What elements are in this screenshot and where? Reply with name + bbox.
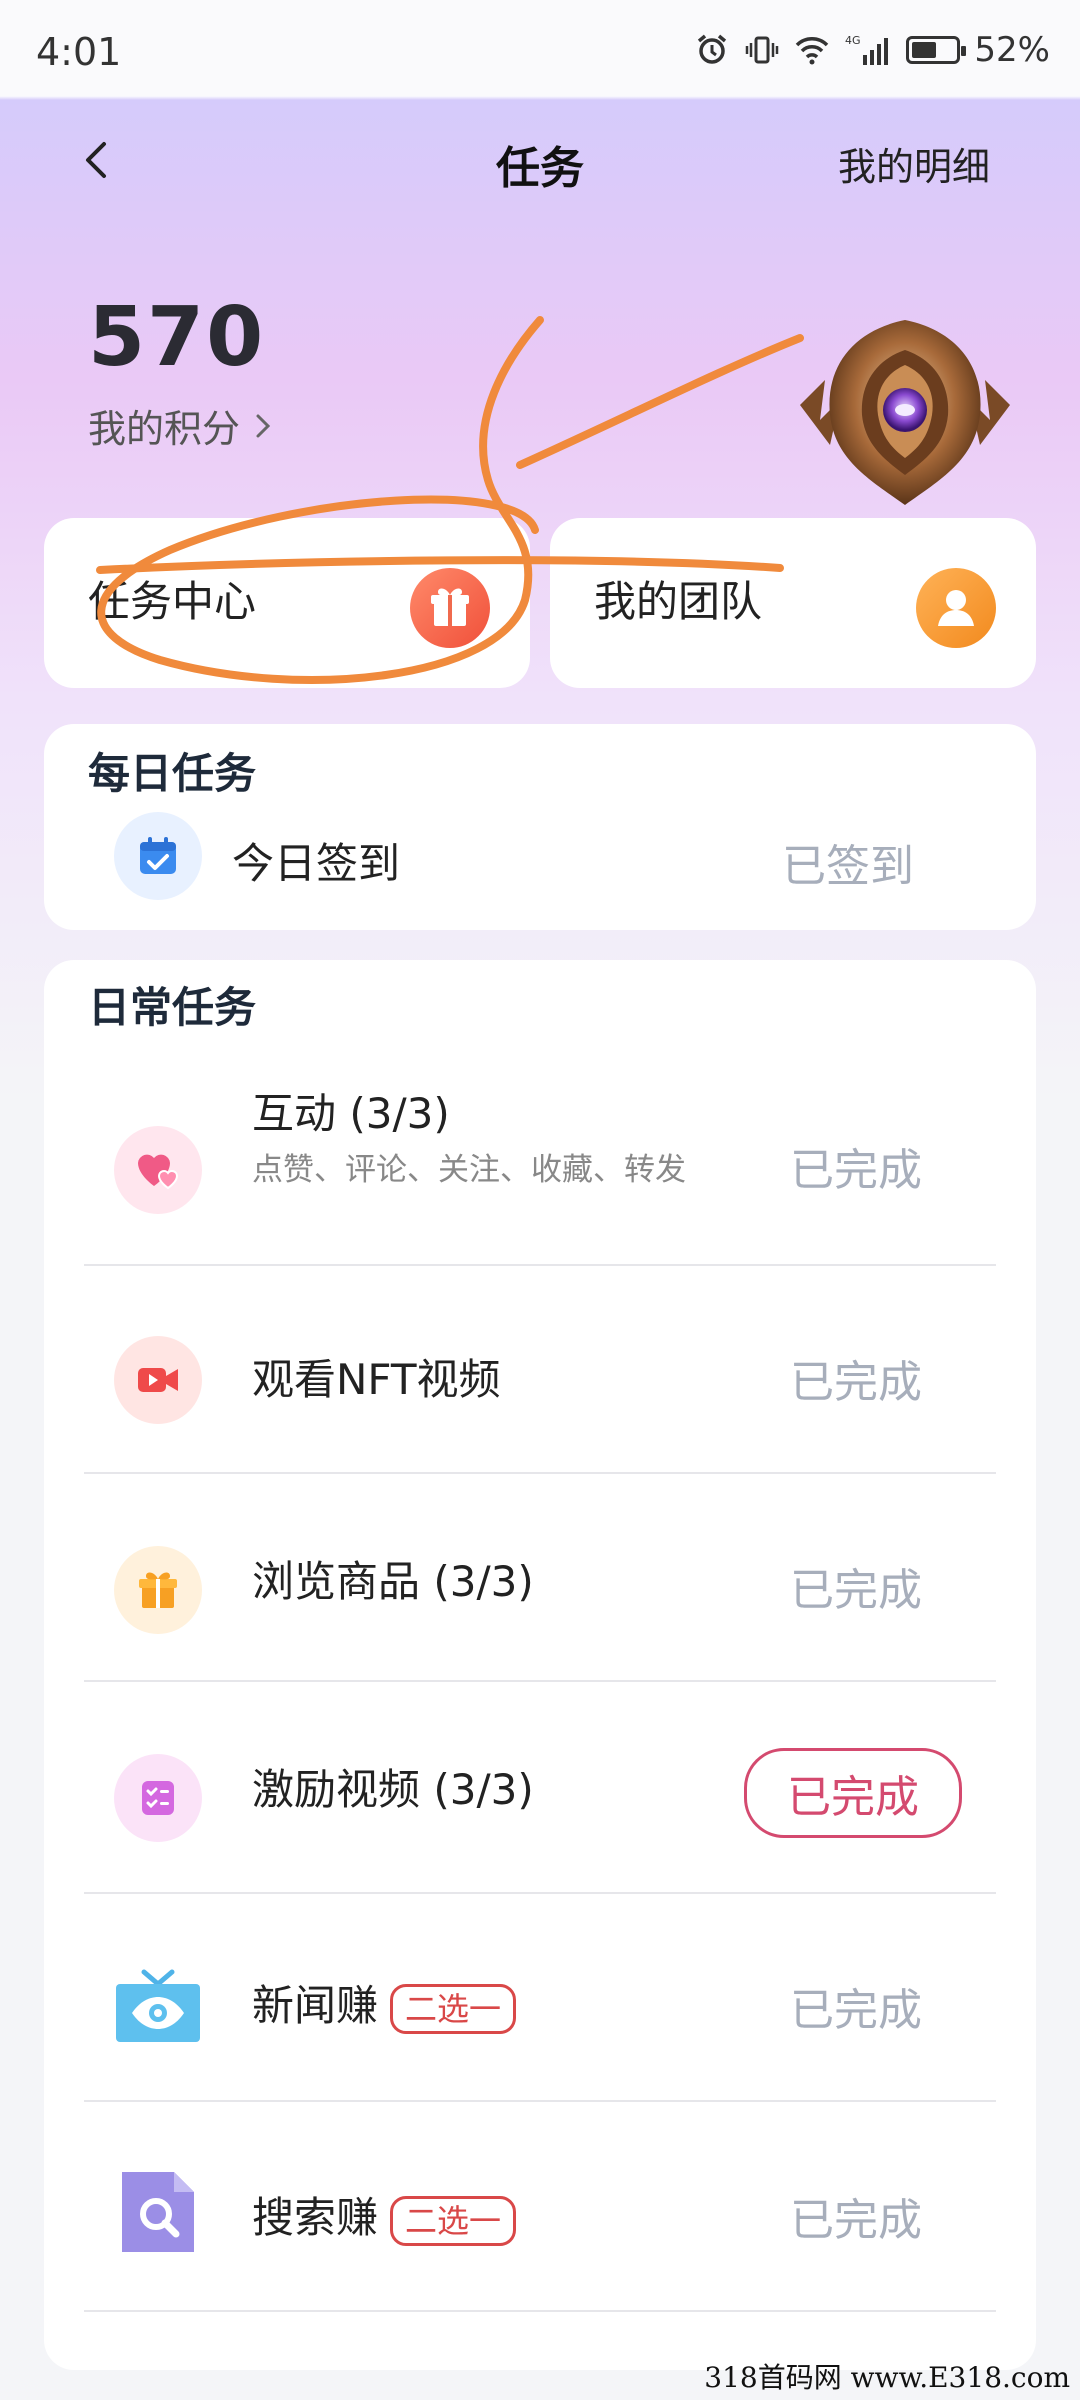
task-subtitle: 点赞、评论、关注、收藏、转发: [252, 1152, 686, 1188]
my-team-card[interactable]: 我的团队: [550, 518, 1036, 688]
svg-text:4G: 4G: [845, 34, 861, 47]
vibrate-icon: [744, 34, 780, 66]
points-link[interactable]: 我的积分: [88, 398, 272, 453]
task-status: 已完成: [790, 1357, 922, 1408]
routine-tasks-card: 日常任务 互动 (3/3) 点赞、评论、关注、收藏、转发 已完成 观看NFT视频…: [44, 960, 1036, 2370]
check-in-title: 今日签到: [232, 839, 401, 888]
status-bar: 4:01 4G 52%: [0, 0, 1080, 96]
nav-bar: 任务 我的明细: [0, 96, 1080, 226]
status-icons: 4G 52%: [694, 30, 1050, 70]
chevron-right-icon: [256, 414, 271, 437]
person-icon: [916, 568, 996, 648]
battery-percent: 52%: [974, 30, 1050, 70]
task-row-reward-video[interactable]: 激励视频 (3/3) 已完成: [44, 1700, 1034, 1890]
my-team-label: 我的团队: [594, 577, 763, 626]
checklist-icon: [114, 1754, 202, 1842]
calendar-check-icon: [114, 812, 202, 900]
task-title-wrap: 搜索赚 二选一: [252, 2184, 517, 2246]
task-status: 已完成: [790, 1565, 922, 1616]
points-label: 我的积分: [88, 407, 241, 451]
choose-one-badge: 二选一: [390, 2195, 517, 2246]
heart-icon: [114, 1126, 202, 1214]
task-title: 浏览商品 (3/3): [252, 1557, 534, 1606]
battery-icon: [906, 36, 967, 64]
tv-eye-icon: [114, 1960, 202, 2048]
divider: [84, 1892, 996, 1894]
search-file-icon: [114, 2168, 202, 2256]
task-row-interact[interactable]: 互动 (3/3) 点赞、评论、关注、收藏、转发 已完成: [44, 1080, 1034, 1270]
cellular-signal-icon: 4G: [844, 34, 892, 66]
rank-medal-icon: [780, 310, 1030, 510]
task-page: 4:01 4G 52% 任务 我的明细 570 我的积分 任务中心 我的团队 每…: [0, 0, 1080, 2400]
task-status: 已完成: [790, 2195, 922, 2246]
task-status: 已完成: [790, 1985, 922, 2036]
wifi-icon: [794, 34, 830, 66]
divider: [84, 1264, 996, 1266]
divider: [84, 2310, 996, 2312]
daily-tasks-card: 每日任务 今日签到 已签到: [44, 724, 1036, 930]
check-in-row[interactable]: 今日签到 已签到: [44, 812, 1034, 912]
divider: [84, 2100, 996, 2102]
task-row-search-earn[interactable]: 搜索赚 二选一 已完成: [44, 2120, 1034, 2310]
check-in-status: 已签到: [782, 841, 914, 892]
task-title: 搜索赚: [252, 2193, 379, 2242]
status-time: 4:01: [36, 30, 122, 74]
daily-tasks-title: 每日任务: [88, 749, 257, 798]
task-title: 新闻赚: [252, 1981, 379, 2030]
task-title: 激励视频 (3/3): [252, 1765, 534, 1814]
my-details-link[interactable]: 我的明细: [838, 136, 990, 191]
task-status-button[interactable]: 已完成: [744, 1748, 962, 1838]
task-title: 观看NFT视频: [252, 1355, 501, 1404]
gift-icon: [410, 568, 490, 648]
divider: [84, 1680, 996, 1682]
divider: [84, 1472, 996, 1474]
task-row-nft-video[interactable]: 观看NFT视频 已完成: [44, 1280, 1034, 1470]
task-title: 互动 (3/3): [252, 1089, 450, 1138]
points-value: 570: [88, 290, 266, 385]
gift-icon: [114, 1546, 202, 1634]
routine-tasks-title: 日常任务: [88, 983, 257, 1032]
video-camera-icon: [114, 1336, 202, 1424]
choose-one-badge: 二选一: [390, 1983, 517, 2034]
task-status: 已完成: [790, 1145, 922, 1196]
watermark: 318首码网 www.E318.com: [704, 2361, 1070, 2394]
task-title-wrap: 新闻赚 二选一: [252, 1972, 517, 2034]
task-row-news-earn[interactable]: 新闻赚 二选一 已完成: [44, 1910, 1034, 2100]
alarm-icon: [694, 34, 730, 66]
task-center-card[interactable]: 任务中心: [44, 518, 530, 688]
task-row-browse-products[interactable]: 浏览商品 (3/3) 已完成: [44, 1490, 1034, 1680]
task-center-label: 任务中心: [88, 577, 257, 626]
